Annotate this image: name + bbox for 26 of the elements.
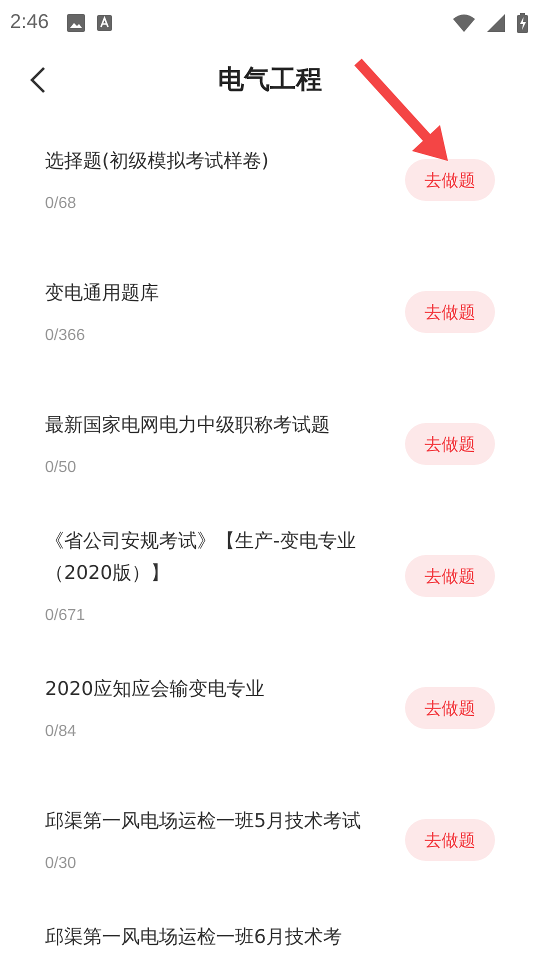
start-practice-button[interactable]: 去做题 <box>405 159 495 201</box>
exam-title: 最新国家电网电力中级职称考试题 <box>45 413 331 438</box>
exam-title: 邱渠第一风电场运检一班5月技术考试 <box>45 809 362 834</box>
start-practice-button[interactable]: 去做题 <box>405 291 495 333</box>
start-practice-button[interactable]: 去做题 <box>405 423 495 465</box>
exam-title: 《省公司安规考试》【生产-变电专业（2020版）】 <box>45 529 357 586</box>
battery-icon <box>517 12 528 32</box>
progress-count: 0/366 <box>45 326 86 346</box>
start-practice-button[interactable]: 去做题 <box>405 555 495 597</box>
progress-count: 0/671 <box>45 606 86 626</box>
status-time: 2:46 <box>10 11 49 34</box>
font-icon <box>96 14 112 30</box>
progress-count: 0/84 <box>45 722 78 742</box>
start-practice-button[interactable]: 去做题 <box>405 687 495 729</box>
progress-count: 0/68 <box>45 194 78 214</box>
exam-title: 2020应知应会输变电专业 <box>45 677 266 702</box>
exam-title: 邱渠第一风电场运检一班6月技术考 <box>45 925 344 950</box>
start-practice-button[interactable]: 去做题 <box>405 819 495 861</box>
signal-icon <box>487 14 505 32</box>
page-title: 电气工程 <box>218 64 322 97</box>
exam-title: 变电通用题库 <box>45 281 160 306</box>
wifi-icon <box>453 14 475 32</box>
exam-title: 选择题(初级模拟考试样卷) <box>45 149 270 174</box>
progress-count: 0/30 <box>45 854 78 874</box>
progress-count: 0/50 <box>45 458 78 478</box>
image-icon <box>66 14 85 32</box>
